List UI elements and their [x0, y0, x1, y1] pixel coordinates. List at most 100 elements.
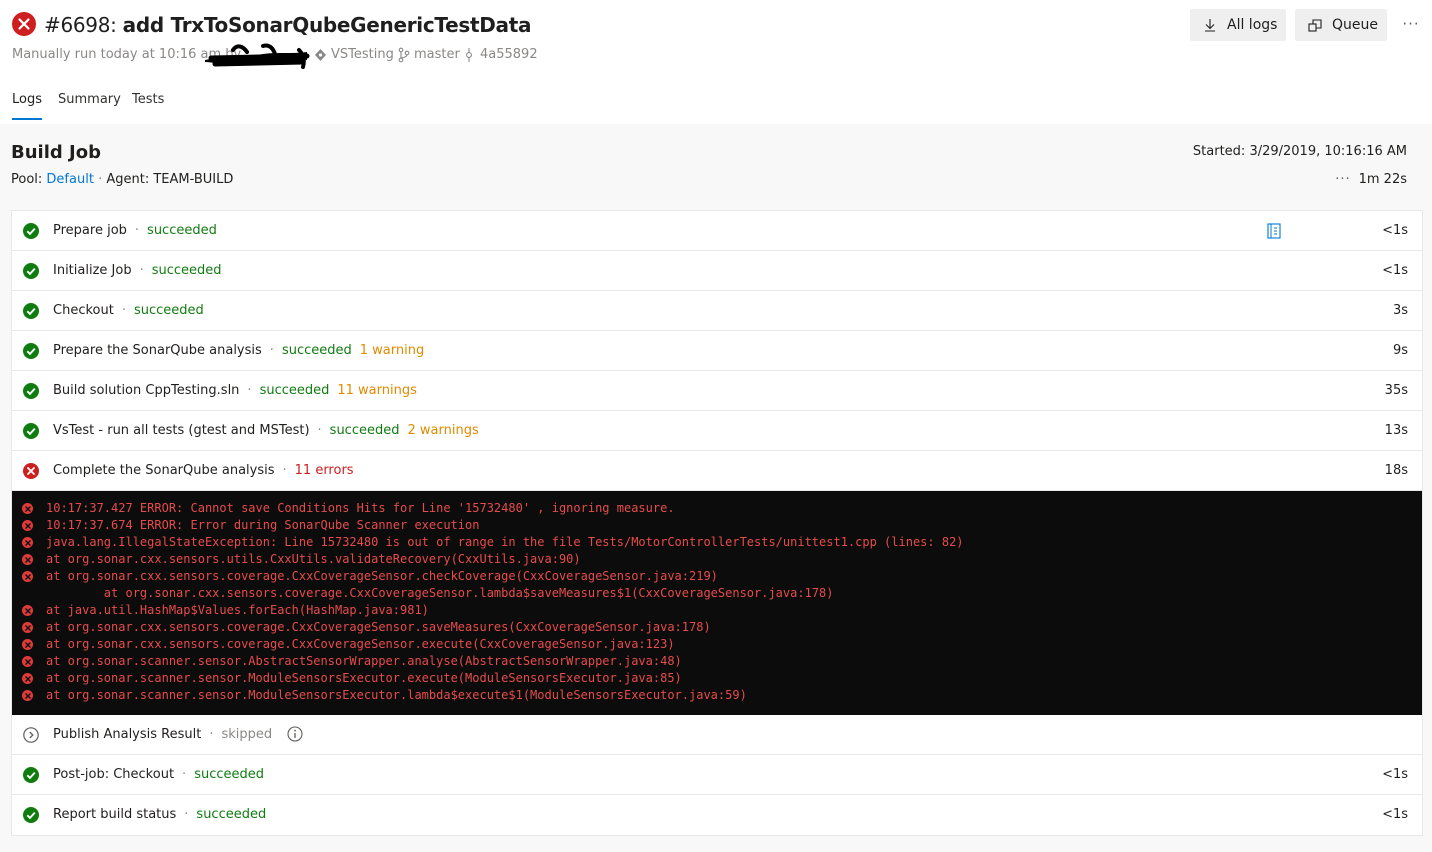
error-icon	[23, 463, 39, 479]
log-error-icon	[22, 673, 33, 684]
step-status: skipped	[221, 727, 273, 742]
step-name: Checkout	[53, 303, 114, 318]
step-separator: ·	[182, 767, 187, 782]
step-separator: ·	[184, 807, 189, 822]
step-warning-count[interactable]: 11 warnings	[337, 383, 417, 398]
log-line: 10:17:37.674 ERROR: Error during SonarQu…	[12, 517, 1422, 534]
log-text: at org.sonar.cxx.sensors.coverage.CxxCov…	[46, 637, 675, 651]
log-text: at org.sonar.cxx.sensors.coverage.CxxCov…	[46, 586, 834, 600]
success-check-icon	[23, 263, 39, 279]
step-status: succeeded	[133, 303, 204, 318]
more-actions-button[interactable]: ···	[1398, 10, 1424, 38]
log-line: at java.util.HashMap$Values.forEach(Hash…	[12, 602, 1422, 619]
job-more-button[interactable]: ···	[1335, 172, 1350, 187]
info-icon[interactable]	[287, 726, 303, 742]
step-label: Prepare job · succeeded	[53, 222, 217, 240]
step-label: Initialize Job · succeeded	[53, 262, 222, 280]
log-line: at org.sonar.cxx.sensors.utils.CxxUtils.…	[12, 551, 1422, 568]
step-row[interactable]: Prepare job · succeeded <1s	[12, 211, 1422, 251]
step-label: Complete the SonarQube analysis · 11 error…	[53, 462, 354, 480]
job-title: Build Job	[11, 142, 101, 163]
all-logs-label: All logs	[1227, 17, 1278, 33]
step-row[interactable]: Prepare the SonarQube analysis · succeeded…	[12, 331, 1422, 371]
step-name: Prepare job	[53, 223, 127, 238]
step-duration: 35s	[1384, 383, 1408, 398]
step-row[interactable]: Build solution CppTesting.sln · succeeded 1…	[12, 371, 1422, 411]
step-duration: 13s	[1384, 423, 1408, 438]
log-line: at org.sonar.cxx.sensors.coverage.CxxCov…	[12, 568, 1422, 585]
agent-text: Agent: TEAM-BUILD	[106, 172, 234, 187]
commit-icon	[464, 45, 474, 72]
tab-summary[interactable]: Summary	[58, 90, 121, 110]
log-line: at org.sonar.scanner.sensor.ModuleSensor…	[12, 687, 1422, 704]
tab-tests[interactable]: Tests	[132, 90, 164, 110]
log-text: 10:17:37.674 ERROR: Error during SonarQu…	[46, 518, 480, 532]
log-error-icon	[22, 503, 33, 514]
step-name: Post-job: Checkout	[53, 767, 175, 782]
repo-icon	[314, 45, 327, 72]
tab-logs[interactable]: Logs	[12, 90, 42, 110]
step-status: succeeded	[259, 383, 330, 398]
step-row-skipped[interactable]: Publish Analysis Result · skipped	[12, 715, 1422, 755]
step-row[interactable]: Post-job: Checkout · succeeded <1s	[12, 755, 1422, 795]
meta-separator: ·	[98, 172, 103, 187]
step-duration: <1s	[1382, 263, 1408, 278]
log-text: at org.sonar.cxx.sensors.coverage.CxxCov…	[46, 569, 718, 583]
step-label: Post-job: Checkout · succeeded	[53, 766, 264, 784]
success-check-icon	[23, 343, 39, 359]
step-error-count[interactable]: 11 errors	[295, 463, 354, 478]
step-warning-count[interactable]: 2 warnings	[407, 423, 478, 438]
log-error-icon	[22, 605, 33, 616]
step-status: succeeded	[196, 807, 267, 822]
job-panel: Build Job Pool: Default · Agent: TEAM-BU…	[0, 124, 1432, 852]
log-line: at org.sonar.cxx.sensors.coverage.CxxCov…	[12, 585, 1422, 602]
log-error-icon	[22, 639, 33, 650]
log-text: at org.sonar.scanner.sensor.ModuleSensor…	[46, 688, 747, 702]
step-row[interactable]: Initialize Job · succeeded <1s	[12, 251, 1422, 291]
step-label: Report build status · succeeded	[53, 806, 266, 824]
job-meta: Pool: Default · Agent: TEAM-BUILD	[11, 171, 233, 189]
step-status: succeeded	[329, 423, 400, 438]
step-label: Prepare the SonarQube analysis · succeeded…	[53, 342, 424, 360]
step-separator: ·	[282, 463, 287, 478]
step-list: Prepare job · succeeded <1s Initialize Job…	[11, 210, 1423, 836]
step-row-failed[interactable]: Complete the SonarQube analysis · 11 error…	[12, 451, 1422, 491]
step-row[interactable]: Report build status · succeeded <1s	[12, 795, 1422, 835]
commit-link[interactable]: 4a55892	[480, 45, 538, 65]
step-warning-count[interactable]: 1 warning	[360, 343, 424, 358]
step-row[interactable]: VsTest - run all tests (gtest and MSTest…	[12, 411, 1422, 451]
step-duration: <1s	[1382, 223, 1408, 238]
log-line: at org.sonar.scanner.sensor.AbstractSens…	[12, 653, 1422, 670]
step-row[interactable]: Checkout · succeeded 3s	[12, 291, 1422, 331]
log-line: at org.sonar.cxx.sensors.coverage.CxxCov…	[12, 636, 1422, 653]
success-check-icon	[23, 767, 39, 783]
step-name: VsTest - run all tests (gtest and MSTest…	[53, 423, 310, 438]
step-separator: ·	[139, 263, 144, 278]
failed-status-icon	[12, 12, 36, 36]
queue-button[interactable]: Queue	[1295, 9, 1387, 41]
step-status: succeeded	[194, 767, 264, 782]
queue-label: Queue	[1332, 17, 1378, 33]
log-error-icon	[22, 690, 33, 701]
job-duration-value: 1m 22s	[1358, 172, 1407, 187]
log-line: at org.sonar.cxx.sensors.coverage.CxxCov…	[12, 619, 1422, 636]
log-text: at org.sonar.scanner.sensor.AbstractSens…	[46, 654, 682, 668]
repo-link[interactable]: VSTesting	[331, 45, 394, 65]
log-line: at org.sonar.scanner.sensor.ModuleSensor…	[12, 670, 1422, 687]
step-status: succeeded	[281, 343, 352, 358]
branch-link[interactable]: master	[414, 45, 460, 65]
step-duration: <1s	[1382, 807, 1408, 822]
step-label: Publish Analysis Result · skipped	[53, 726, 272, 744]
log-error-icon	[22, 622, 33, 633]
log-error-icon	[22, 571, 33, 582]
log-text: at java.util.HashMap$Values.forEach(Hash…	[46, 603, 429, 617]
pool-link[interactable]: Default	[46, 172, 94, 187]
log-line: java.lang.IllegalStateException: Line 15…	[12, 534, 1422, 551]
step-label: VsTest - run all tests (gtest and MSTest…	[53, 422, 479, 440]
all-logs-button[interactable]: All logs	[1190, 9, 1286, 41]
view-log-icon[interactable]	[1267, 223, 1281, 239]
step-name: Prepare the SonarQube analysis	[53, 343, 262, 358]
log-text: at org.sonar.cxx.sensors.utils.CxxUtils.…	[46, 552, 581, 566]
step-separator: ·	[247, 383, 252, 398]
queue-icon	[1308, 19, 1322, 32]
